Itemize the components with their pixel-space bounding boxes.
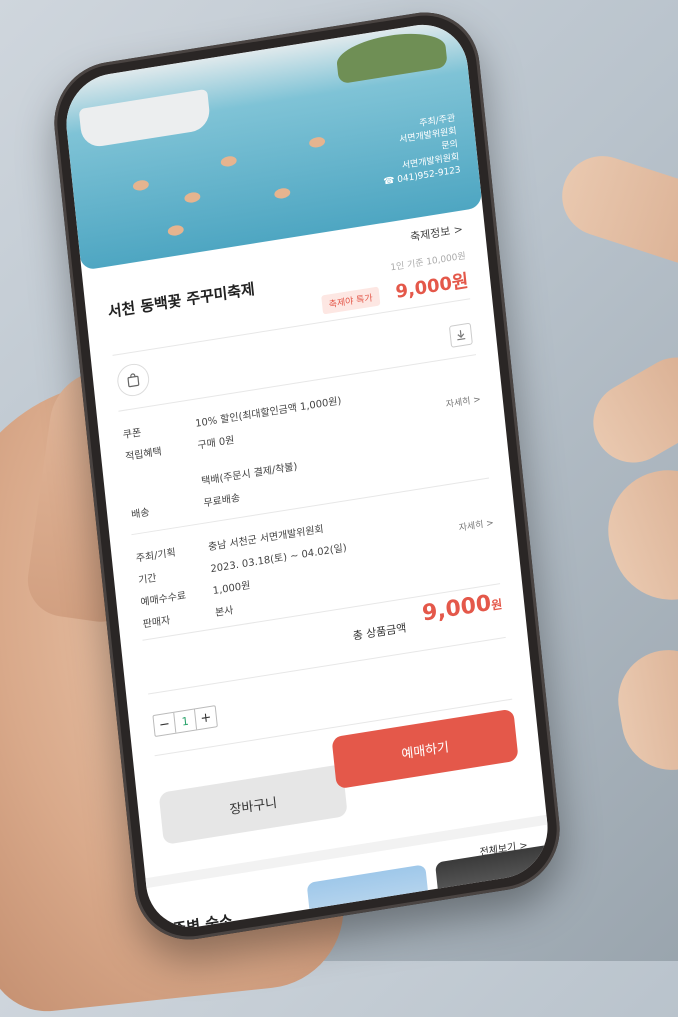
banner-octopus	[167, 224, 185, 237]
delivery-label: 배송	[130, 507, 151, 521]
quantity-stepper[interactable]: − 1 +	[152, 705, 218, 738]
banner-octopus	[273, 187, 291, 200]
download-icon[interactable]	[448, 322, 473, 348]
banner-info: 주최/주관 서면개발위원회 문의 서면개발위원회 ☎ 041)952-9123	[377, 112, 461, 189]
banner-octopus	[183, 191, 201, 204]
shopping-bag-icon[interactable]	[115, 361, 151, 399]
delivery-method: 택배(주문시 결제/착불)	[200, 461, 298, 488]
coupon-label: 쿠폰	[122, 427, 142, 442]
organizer-label: 주최/기획	[135, 547, 177, 565]
delivery-fee: 무료배송	[203, 492, 241, 510]
product-title: 서천 동백꽃 주꾸미축제	[107, 279, 256, 322]
right-finger	[551, 145, 678, 275]
banner-boat	[78, 88, 212, 150]
sale-badge: 축제야 특가	[320, 286, 381, 315]
minus-button[interactable]: −	[153, 713, 175, 736]
lodging-thumbnail[interactable]	[435, 843, 553, 934]
right-finger	[591, 453, 678, 617]
banner-octopus	[308, 136, 326, 149]
total-unit: 원	[490, 597, 503, 613]
plus-button[interactable]: +	[195, 706, 217, 729]
period-label: 기간	[137, 572, 158, 587]
total-price: 9,000원	[421, 589, 503, 627]
nearby-lodging-title: 주변 숙소	[171, 911, 234, 934]
shopping-bag-icon-glyph	[127, 373, 140, 388]
festival-info-link[interactable]: 축제정보 >	[409, 221, 464, 245]
seller-value: 본사	[214, 605, 234, 620]
download-icon-glyph	[457, 330, 466, 341]
product-price: 9,000원	[394, 270, 470, 303]
total-amount: 9,000	[420, 590, 493, 627]
banner-hill	[334, 27, 448, 85]
phone-screen: 주최/주관 서면개발위원회 문의 서면개발위원회 ☎ 041)952-9123 …	[61, 18, 553, 934]
phone-device: 주최/주관 서면개발위원회 문의 서면개발위원회 ☎ 041)952-9123 …	[48, 4, 566, 948]
book-button[interactable]: 예매하기	[331, 708, 519, 790]
seller-label: 판매자	[142, 615, 171, 631]
banner-octopus	[220, 155, 238, 168]
divider	[148, 636, 506, 695]
cart-button[interactable]: 장바구니	[158, 764, 348, 845]
quantity-value[interactable]: 1	[173, 709, 198, 733]
points-value: 구매 0원	[197, 434, 235, 452]
right-finger	[610, 642, 678, 778]
coupon-value: 10% 할인(최대할인금액 1,000원)	[194, 395, 342, 430]
fee-label: 예매수수료	[140, 590, 187, 609]
right-finger	[578, 342, 678, 478]
total-label: 총 상품금액	[352, 621, 407, 643]
points-detail-link[interactable]: 자세히 >	[445, 392, 481, 410]
fee-value: 1,000원	[212, 580, 251, 598]
points-label: 적립혜택	[124, 446, 163, 464]
period-detail-link[interactable]: 자세히 >	[458, 515, 494, 533]
banner-octopus	[132, 179, 150, 192]
